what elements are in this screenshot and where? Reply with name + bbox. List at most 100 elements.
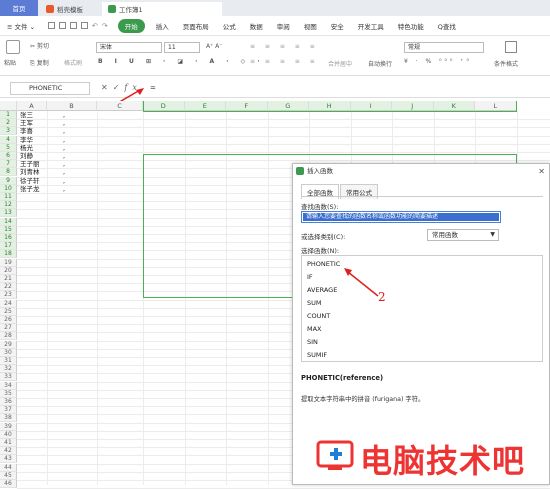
row-header[interactable]: 12 bbox=[0, 201, 17, 210]
menu-security[interactable]: 安全 bbox=[324, 21, 351, 31]
cell-a[interactable]: 刘青林 bbox=[20, 168, 40, 176]
menu-file[interactable]: ≡ 文件 ⌄ bbox=[0, 21, 42, 31]
row-header[interactable]: 36 bbox=[0, 398, 17, 406]
cell-b[interactable]: , bbox=[63, 177, 65, 185]
row-header[interactable]: 8 bbox=[0, 168, 17, 177]
format-painter-button[interactable]: 格式刷 bbox=[64, 58, 82, 67]
row-header[interactable]: 17 bbox=[0, 242, 17, 251]
function-item[interactable]: MAX bbox=[307, 325, 322, 333]
function-item[interactable]: AVERAGE bbox=[307, 286, 337, 294]
cell-a[interactable]: 张子龙 bbox=[20, 185, 40, 193]
row-header[interactable]: 45 bbox=[0, 471, 17, 480]
row-header[interactable]: 41 bbox=[0, 439, 17, 447]
tab-workbook[interactable]: 工作簿1 bbox=[102, 2, 222, 16]
paste-label[interactable]: 粘贴 bbox=[4, 58, 16, 67]
row-header[interactable]: 10 bbox=[0, 184, 17, 193]
row-header[interactable]: 3 bbox=[0, 127, 17, 136]
cell-b[interactable]: , bbox=[63, 185, 65, 193]
cell-a[interactable]: 王子丽 bbox=[20, 160, 40, 168]
row-header[interactable]: 2 bbox=[0, 119, 17, 128]
cut-button[interactable]: ✂ 剪切 bbox=[30, 41, 49, 50]
row-header[interactable]: 4 bbox=[0, 135, 17, 144]
row-header[interactable]: 23 bbox=[0, 291, 17, 300]
row-header[interactable]: 18 bbox=[0, 250, 17, 259]
cell-a[interactable]: 李华 bbox=[20, 136, 33, 144]
dialog-title-bar[interactable]: 插入函数 ✕ bbox=[293, 164, 549, 178]
row-header[interactable]: 40 bbox=[0, 430, 17, 439]
cell-b[interactable]: , bbox=[63, 136, 65, 144]
function-item[interactable]: COUNT bbox=[307, 312, 330, 320]
cell-b[interactable]: , bbox=[63, 160, 65, 168]
column-header-c[interactable]: C bbox=[97, 101, 143, 111]
tab-home[interactable]: 首页 bbox=[0, 0, 38, 16]
preview-icon[interactable] bbox=[81, 22, 89, 29]
row-header[interactable]: 46 bbox=[0, 480, 17, 488]
row-header[interactable]: 22 bbox=[0, 283, 17, 292]
function-item[interactable]: SUM bbox=[307, 299, 322, 307]
cell-b[interactable]: , bbox=[63, 144, 65, 152]
select-all-corner[interactable] bbox=[0, 101, 17, 111]
name-box[interactable]: PHONETIC bbox=[10, 82, 90, 95]
row-header[interactable]: 16 bbox=[0, 234, 17, 242]
row-header[interactable]: 39 bbox=[0, 422, 17, 431]
cond-format-label[interactable]: 条件格式 bbox=[494, 59, 518, 68]
row-header[interactable]: 13 bbox=[0, 209, 17, 218]
cell-a[interactable]: 张三 bbox=[20, 111, 33, 119]
menu-features[interactable]: 特色功能 bbox=[391, 21, 431, 31]
menu-search[interactable]: Q查找 bbox=[431, 21, 463, 31]
cell-a[interactable]: 李喜 bbox=[20, 127, 33, 135]
column-header-b[interactable]: B bbox=[47, 101, 97, 111]
font-style-buttons[interactable]: B I U ⊞ · ◪ · A · ◇ · bbox=[98, 58, 265, 65]
menu-insert[interactable]: 插入 bbox=[149, 21, 176, 31]
function-item[interactable]: PHONETIC bbox=[307, 260, 340, 268]
menu-data[interactable]: 数据 bbox=[243, 21, 270, 31]
row-header[interactable]: 19 bbox=[0, 258, 17, 267]
column-header-a[interactable]: A bbox=[17, 101, 47, 111]
row-header[interactable]: 44 bbox=[0, 463, 17, 472]
menu-review[interactable]: 审阅 bbox=[270, 21, 297, 31]
number-format-icons[interactable]: ¥ · % ⁰⁰⁰ ⁺⁰ bbox=[404, 58, 472, 65]
cell-a[interactable]: 王军 bbox=[20, 119, 33, 127]
font-size-select[interactable]: 11 bbox=[164, 42, 200, 53]
menu-view[interactable]: 视图 bbox=[297, 21, 324, 31]
cell-b[interactable]: , bbox=[63, 127, 65, 135]
grow-font-icon[interactable]: A⁺ A⁻ bbox=[206, 43, 222, 50]
menu-formula[interactable]: 公式 bbox=[216, 21, 243, 31]
number-format-select[interactable]: 常规 bbox=[404, 42, 484, 53]
align-buttons-bottom[interactable]: ≡ ≡ ≡ ≡ ≡ bbox=[250, 58, 319, 65]
row-header[interactable]: 37 bbox=[0, 406, 17, 415]
print-icon[interactable] bbox=[70, 22, 78, 29]
row-header[interactable]: 33 bbox=[0, 373, 17, 382]
undo-icon[interactable]: ↶ bbox=[92, 22, 98, 30]
paste-icon[interactable] bbox=[6, 40, 20, 54]
row-header[interactable]: 32 bbox=[0, 365, 17, 374]
cond-format-icon[interactable] bbox=[505, 41, 517, 53]
redo-icon[interactable]: ↷ bbox=[102, 22, 108, 30]
menu-developer[interactable]: 开发工具 bbox=[351, 21, 391, 31]
row-header[interactable]: 21 bbox=[0, 275, 17, 283]
save-icon[interactable] bbox=[48, 22, 56, 29]
row-header[interactable]: 24 bbox=[0, 299, 17, 308]
menu-start[interactable]: 开始 bbox=[117, 18, 145, 33]
row-header[interactable]: 31 bbox=[0, 357, 17, 365]
wrap-text-button[interactable]: 自动换行 bbox=[368, 59, 392, 68]
row-header[interactable]: 34 bbox=[0, 381, 17, 390]
cell-b[interactable]: , bbox=[63, 152, 65, 160]
row-header[interactable]: 29 bbox=[0, 340, 17, 349]
function-item[interactable]: IF bbox=[307, 273, 313, 281]
font-name-select[interactable]: 宋体 bbox=[96, 42, 162, 53]
cell-b[interactable]: , bbox=[63, 168, 65, 176]
cell-b[interactable]: , bbox=[63, 111, 65, 119]
row-header[interactable]: 5 bbox=[0, 143, 17, 152]
row-header[interactable]: 43 bbox=[0, 455, 17, 464]
row-header[interactable]: 11 bbox=[0, 193, 17, 201]
search-function-input[interactable]: 请输入您要查找的函数名称或函数功能的简要描述 bbox=[301, 211, 501, 223]
row-header[interactable]: 1 bbox=[0, 111, 17, 119]
row-header[interactable]: 35 bbox=[0, 389, 17, 398]
row-header[interactable]: 20 bbox=[0, 266, 17, 275]
row-header[interactable]: 30 bbox=[0, 348, 17, 357]
row-header[interactable]: 9 bbox=[0, 176, 17, 185]
row-header[interactable]: 38 bbox=[0, 414, 17, 423]
row-header[interactable]: 28 bbox=[0, 332, 17, 341]
row-header[interactable]: 42 bbox=[0, 447, 17, 456]
